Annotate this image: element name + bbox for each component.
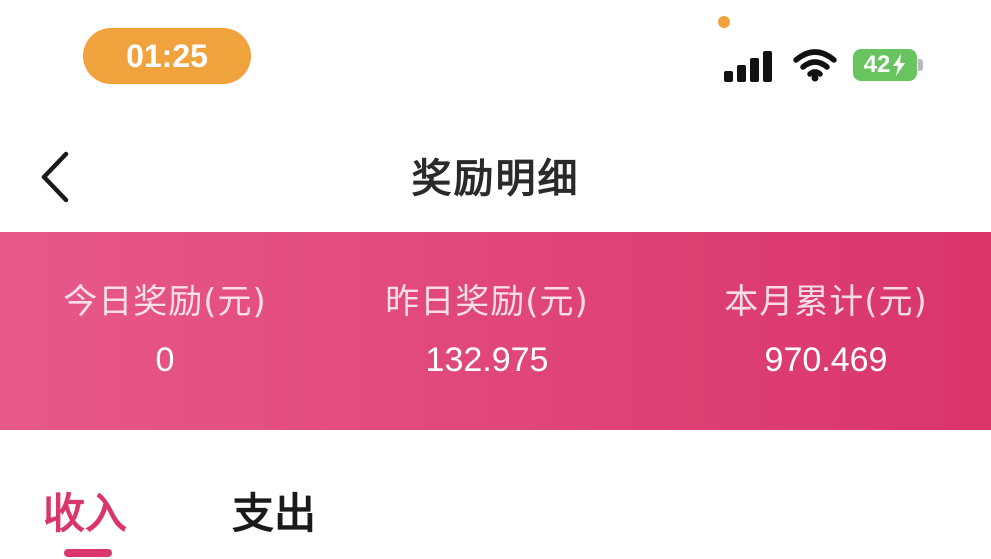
signal-icon bbox=[724, 50, 774, 82]
battery-level: 42 bbox=[863, 51, 891, 78]
summary-label: 本月累计(元) bbox=[724, 282, 928, 322]
summary-value: 132.975 bbox=[425, 341, 549, 379]
privacy-indicator-dot bbox=[718, 16, 730, 28]
back-icon[interactable] bbox=[36, 150, 76, 204]
summary-value: 970.469 bbox=[764, 341, 888, 379]
tab-expense[interactable]: 支出 bbox=[232, 480, 316, 541]
summary-month-total: 本月累计(元) 970.469 bbox=[661, 232, 991, 430]
charging-bolt-icon bbox=[893, 54, 906, 76]
summary-today: 今日奖励(元) 0 bbox=[0, 232, 330, 430]
active-tab-indicator bbox=[64, 549, 112, 557]
reward-details-screen: 01:25 42 奖励明细 今日奖励(元) 0 昨日奖励(元) 132.975 … bbox=[0, 0, 991, 559]
battery-charging-icon: 42 bbox=[853, 49, 917, 81]
page-title: 奖励明细 bbox=[411, 156, 580, 202]
reward-summary-banner: 今日奖励(元) 0 昨日奖励(元) 132.975 本月累计(元) 970.46… bbox=[0, 232, 991, 430]
summary-yesterday: 昨日奖励(元) 132.975 bbox=[322, 232, 652, 430]
nav-bar: 奖励明细 bbox=[0, 130, 991, 220]
status-time[interactable]: 01:25 bbox=[83, 28, 251, 84]
status-bar: 01:25 42 bbox=[0, 0, 991, 100]
battery-tip bbox=[918, 59, 923, 71]
summary-label: 昨日奖励(元) bbox=[385, 282, 589, 322]
summary-value: 0 bbox=[155, 341, 175, 379]
summary-label: 今日奖励(元) bbox=[63, 282, 267, 322]
tab-bar: 收入 支出 bbox=[0, 460, 991, 559]
tab-income[interactable]: 收入 bbox=[43, 480, 127, 541]
wifi-icon bbox=[793, 49, 837, 82]
